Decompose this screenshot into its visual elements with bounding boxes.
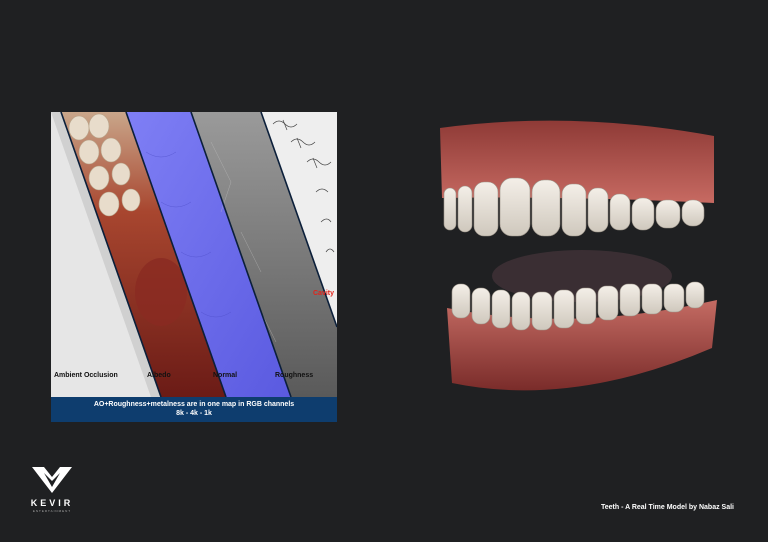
texture-maps-panel: Ambient Occlusion Albedo Normal Roughnes… — [51, 112, 337, 422]
roughness-label: Roughness — [275, 372, 314, 379]
logo-wordmark: KEVIR — [30, 498, 74, 508]
ambient-occlusion-label: Ambient Occlusion — [54, 372, 118, 379]
kevir-logo-icon — [32, 467, 72, 493]
logo-subtitle: ENTERTAINMENT — [32, 509, 72, 513]
normal-label: Normal — [213, 372, 238, 379]
caption-line-2: 8k - 4k - 1k — [176, 410, 212, 417]
credit-text: Teeth - A Real Time Model by Nabaz Sali — [600, 504, 734, 511]
cavity-label: Cavity — [312, 290, 334, 297]
caption-bar: AO+Roughness+metalness are in one map in… — [51, 397, 337, 422]
albedo-label: Albedo — [147, 372, 171, 379]
caption-line-1: AO+Roughness+metalness are in one map in… — [93, 401, 295, 408]
teeth-render — [440, 120, 717, 391]
